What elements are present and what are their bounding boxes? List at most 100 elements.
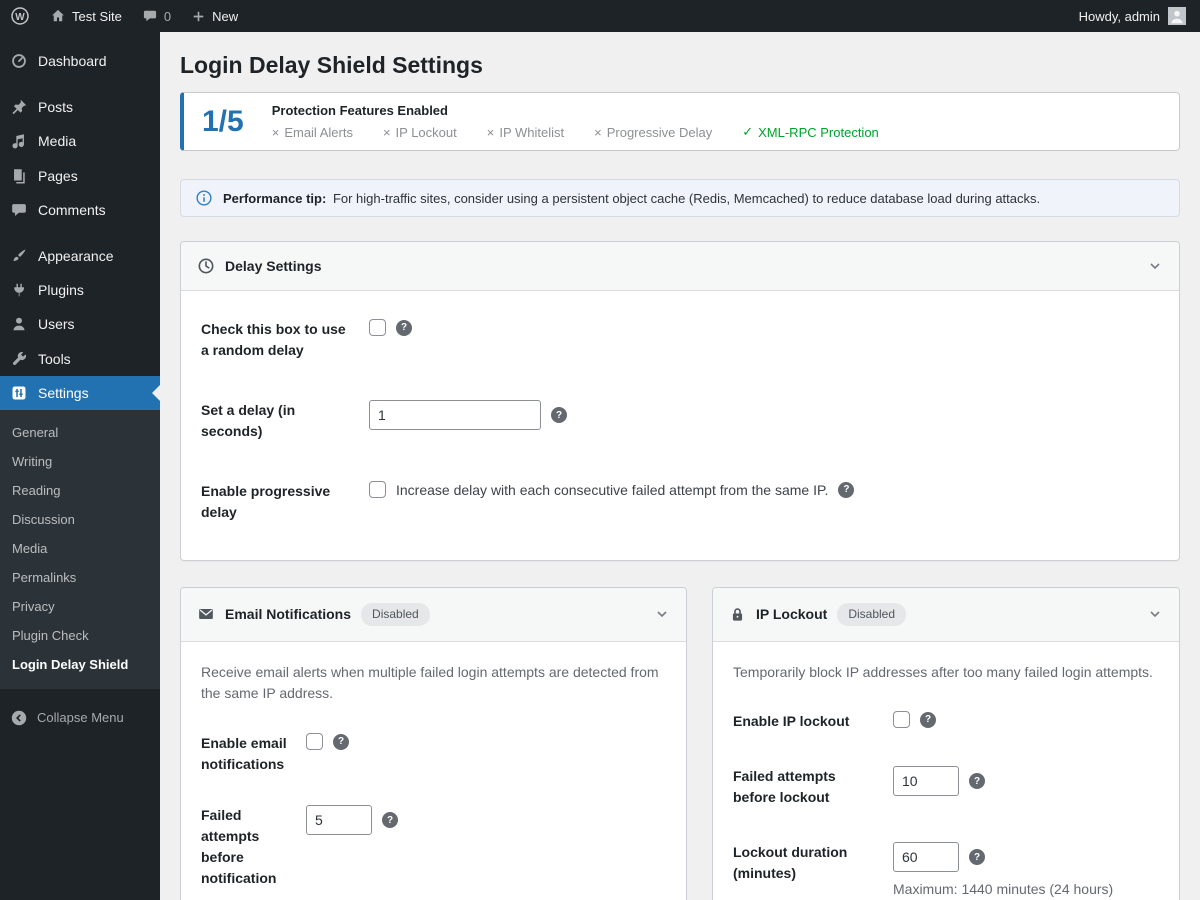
- sidebar-item-label: Users: [38, 316, 75, 333]
- random-delay-checkbox[interactable]: [369, 319, 386, 336]
- delay-settings-header[interactable]: Delay Settings: [181, 242, 1179, 291]
- admin-bar-right: Howdy, admin: [1079, 7, 1200, 25]
- setting-row-enable-lockout: Enable IP lockout: [733, 711, 1159, 732]
- submenu-item-general[interactable]: General: [0, 418, 160, 447]
- menu-separator: [0, 78, 160, 90]
- stats-heading: Protection Features Enabled: [271, 103, 448, 118]
- attempts-before-lockout-input[interactable]: [893, 766, 959, 797]
- setting-control: [893, 711, 936, 729]
- attempts-before-notification-input[interactable]: [306, 805, 372, 836]
- collapse-arrow-icon: [11, 710, 27, 726]
- enable-email-checkbox[interactable]: [306, 733, 323, 751]
- email-notifications-body: Receive email alerts when multiple faile…: [181, 642, 686, 900]
- setting-control: [369, 319, 412, 336]
- setting-control: [306, 733, 349, 751]
- sidebar-item-label: Media: [38, 133, 77, 150]
- sidebar-item-label: Comments: [38, 201, 106, 218]
- help-icon[interactable]: [838, 481, 855, 498]
- avatar[interactable]: [1168, 7, 1186, 25]
- ip-lockout-panel: IP Lockout Disabled Temporarily block IP…: [712, 587, 1180, 900]
- cross-mark-icon: ×: [594, 124, 602, 140]
- sidebar-item-label: Dashboard: [38, 53, 107, 69]
- plus-icon: [193, 11, 204, 21]
- delay-settings-panel: Delay Settings Check this box to use a r…: [180, 241, 1180, 561]
- info-icon: [196, 190, 212, 206]
- new-content-button[interactable]: New: [181, 0, 248, 32]
- ip-lockout-header[interactable]: IP Lockout Disabled: [713, 588, 1179, 642]
- help-icon[interactable]: [920, 711, 936, 728]
- pushpin-icon: [12, 100, 27, 115]
- sidebar-item-label: Posts: [38, 99, 74, 116]
- delay-seconds-input[interactable]: [369, 400, 541, 430]
- setting-row-random-delay: Check this box to use a random delay: [201, 295, 1159, 376]
- site-name-link[interactable]: Test Site: [40, 0, 132, 32]
- page-title: Login Delay Shield Settings: [180, 52, 483, 78]
- setting-label: Failed attempts before notification: [201, 807, 277, 887]
- help-icon[interactable]: [551, 407, 567, 423]
- submenu-item-writing[interactable]: Writing: [0, 447, 160, 476]
- sidebar-item-media[interactable]: Media: [0, 124, 160, 158]
- check-mark-icon: ✓: [742, 124, 754, 139]
- submenu-item-discussion[interactable]: Discussion: [0, 505, 160, 534]
- submenu-item-permalinks[interactable]: Permalinks: [0, 563, 160, 592]
- help-icon[interactable]: [969, 849, 985, 866]
- wrench-icon: [12, 351, 26, 365]
- wordpress-menu-button[interactable]: W: [0, 0, 40, 32]
- cross-mark-icon: ×: [271, 124, 280, 140]
- sidebar-item-pages[interactable]: Pages: [0, 159, 160, 193]
- lockout-duration-input[interactable]: [893, 842, 959, 873]
- sidebar-item-dashboard[interactable]: Dashboard: [0, 44, 160, 78]
- comments-icon: [12, 203, 26, 216]
- comments-shortcut[interactable]: 0: [132, 0, 181, 32]
- chevron-down-icon[interactable]: [654, 606, 670, 622]
- dashboard-icon: [12, 54, 26, 68]
- email-notifications-header[interactable]: Email Notifications Disabled: [181, 588, 686, 642]
- submenu-item-login-delay-shield[interactable]: Login Delay Shield: [0, 650, 160, 679]
- chevron-down-icon[interactable]: [1147, 606, 1163, 622]
- sidebar-item-comments[interactable]: Comments: [0, 193, 160, 227]
- progressive-delay-checkbox[interactable]: [369, 481, 386, 498]
- cross-mark-icon: ×: [486, 124, 495, 140]
- sidebar-item-users[interactable]: Users: [0, 307, 160, 341]
- submenu-item-reading[interactable]: Reading: [0, 476, 160, 505]
- feature-ip-lockout: × IP Lockout: [383, 124, 457, 140]
- cross-mark-icon: ×: [382, 124, 391, 140]
- collapse-menu-button[interactable]: Collapse Menu: [0, 699, 160, 737]
- howdy-label[interactable]: Howdy, admin: [1079, 9, 1160, 24]
- feature-label: XML-RPC Protection: [758, 124, 879, 140]
- setting-control: [893, 766, 985, 797]
- panel-description: Receive email alerts when multiple faile…: [201, 663, 659, 702]
- performance-tip-notice: Performance tip: For high-traffic sites,…: [180, 179, 1180, 217]
- plugin-icon: [14, 283, 25, 297]
- feature-label: Progressive Delay: [606, 124, 713, 140]
- sidebar-menu: Dashboard Posts Media Pages Comments App…: [0, 32, 160, 410]
- feature-label: IP Whitelist: [499, 124, 565, 140]
- setting-row-attempts-before-lockout: Failed attempts before lockout: [733, 766, 1159, 808]
- help-icon[interactable]: [969, 773, 985, 790]
- sidebar-item-posts[interactable]: Posts: [0, 90, 160, 124]
- enable-ip-lockout-checkbox[interactable]: [893, 711, 910, 729]
- comments-count: 0: [163, 8, 172, 24]
- submenu-item-plugin-check[interactable]: Plugin Check: [0, 621, 160, 650]
- sidebar-item-settings[interactable]: Settings: [0, 375, 160, 410]
- chevron-down-icon[interactable]: [1147, 258, 1163, 274]
- lock-icon: [732, 608, 743, 621]
- tip-text: For high-traffic sites, consider using a…: [332, 190, 1041, 206]
- submenu-item-privacy[interactable]: Privacy: [0, 592, 160, 621]
- protection-stats-card: 1/5 Protection Features Enabled × Email …: [180, 92, 1180, 151]
- admin-bar-left: W Test Site 0 New: [0, 0, 248, 32]
- sidebar-item-plugins[interactable]: Plugins: [0, 273, 160, 307]
- sidebar-item-appearance[interactable]: Appearance: [0, 239, 160, 273]
- help-icon[interactable]: [382, 812, 398, 829]
- panel-title: IP Lockout: [756, 606, 828, 623]
- help-icon[interactable]: [333, 733, 349, 750]
- submenu-item-media[interactable]: Media: [0, 534, 160, 563]
- setting-control: [306, 805, 398, 836]
- sidebar-item-tools[interactable]: Tools: [0, 342, 160, 376]
- status-badge: Disabled: [837, 603, 907, 626]
- help-icon[interactable]: [396, 319, 412, 336]
- user-icon: [13, 318, 25, 331]
- setting-description: Increase delay with each consecutive fai…: [396, 481, 829, 498]
- setting-row-progressive-delay: Enable progressive delay Increase delay …: [201, 457, 1159, 538]
- sidebar-item-label: Settings: [38, 384, 89, 401]
